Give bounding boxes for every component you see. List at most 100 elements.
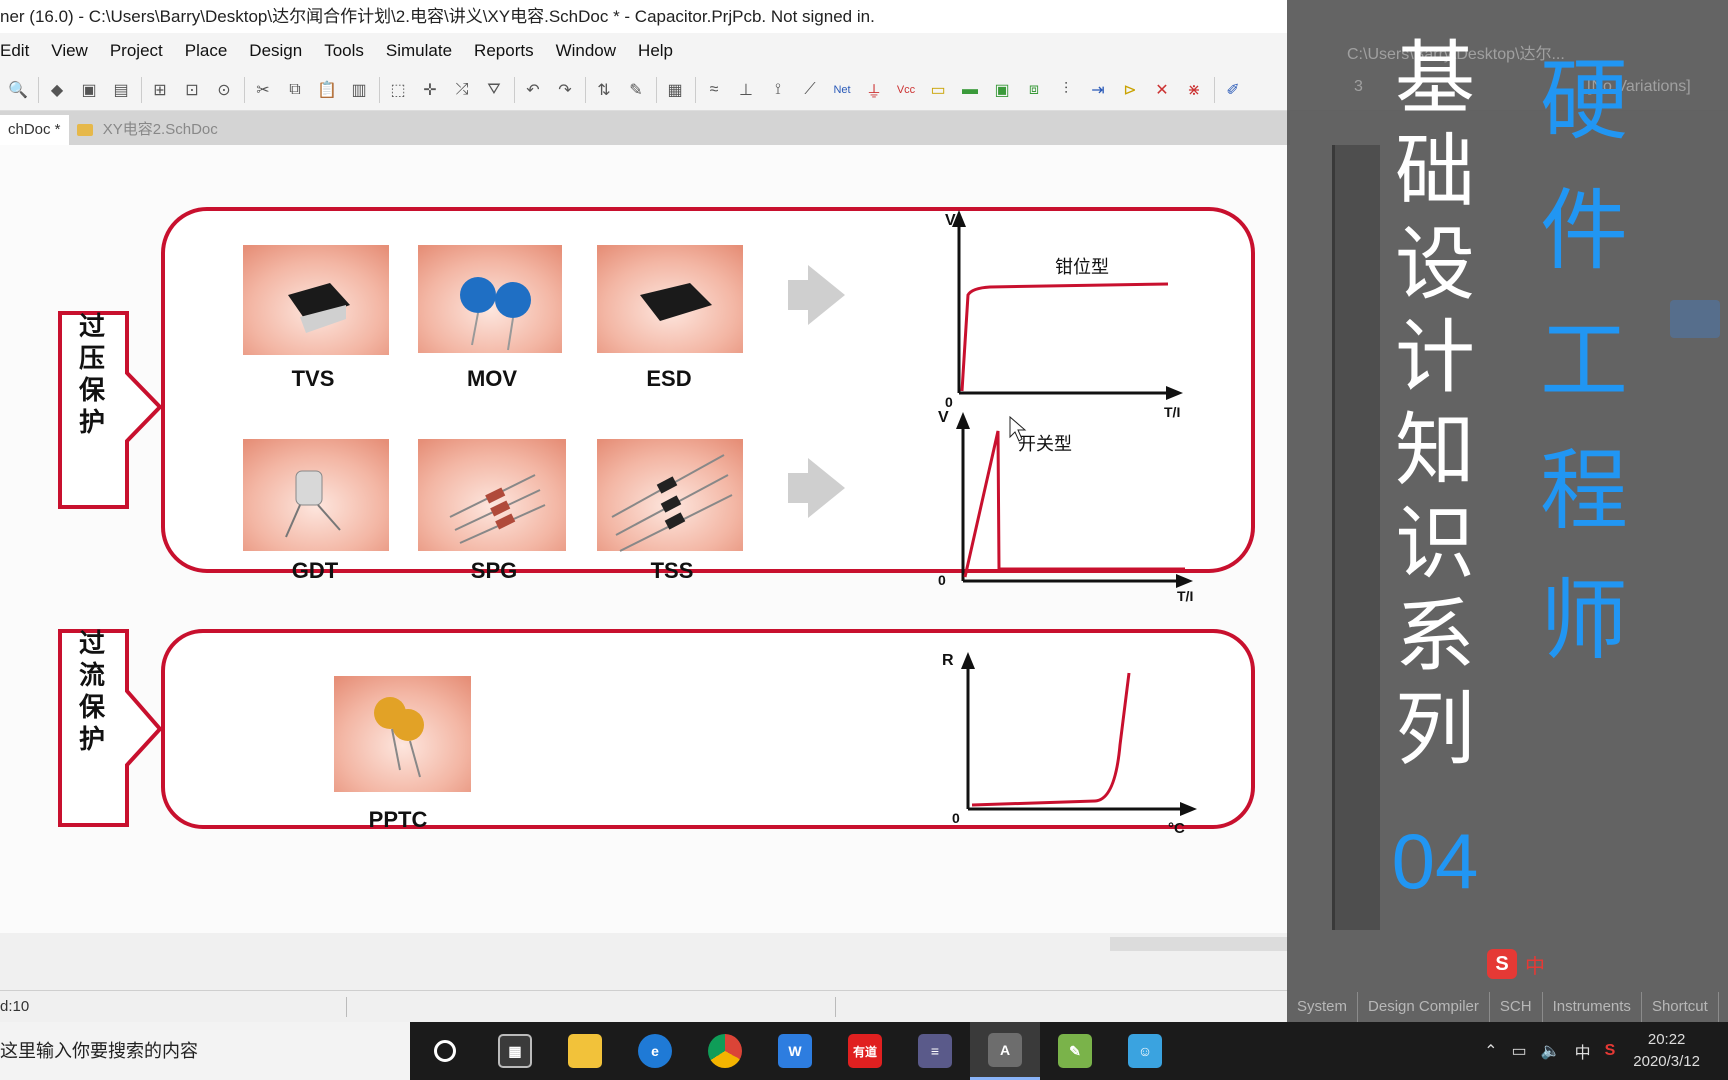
toolbar-separator: [244, 76, 245, 103]
volume-icon[interactable]: 🔈: [1541, 1041, 1561, 1061]
menu-view[interactable]: View: [51, 41, 88, 61]
taskbar-search-input[interactable]: 这里输入你要搜索的内容: [0, 1022, 410, 1080]
task-view-icon[interactable]: [410, 1022, 480, 1080]
panel-tab-sch[interactable]: SCH: [1490, 992, 1543, 1022]
open-project-icon[interactable]: ▣: [77, 78, 101, 102]
clear-filter-icon[interactable]: ⛛: [482, 78, 506, 102]
ime-language[interactable]: 中: [1525, 950, 1545, 979]
graph-x-label: T/I: [1164, 404, 1180, 420]
tab-xy-capacitor-2[interactable]: XY电容2.SchDoc: [69, 115, 226, 145]
menu-project[interactable]: Project: [110, 41, 163, 61]
notepad-icon[interactable]: ✎: [1040, 1022, 1110, 1080]
undo-icon[interactable]: ↶: [521, 78, 545, 102]
cross-probe-icon[interactable]: ✎: [624, 78, 648, 102]
paste-icon[interactable]: 📋: [315, 78, 339, 102]
print-preview-icon[interactable]: 🔍: [6, 78, 30, 102]
tab-xy-capacitor[interactable]: chDoc *: [0, 115, 69, 145]
graph-y-label: V: [938, 409, 949, 426]
paint-app-icon[interactable]: ☺: [1110, 1022, 1180, 1080]
copy-icon[interactable]: ⧉: [283, 78, 307, 102]
title-char: 设: [1395, 218, 1475, 311]
tab-label: XY电容2.SchDoc: [102, 121, 218, 138]
redo-icon[interactable]: ↷: [553, 78, 577, 102]
menu-simulate[interactable]: Simulate: [386, 41, 452, 61]
folder-icon[interactable]: ▤: [109, 78, 133, 102]
library-icon[interactable]: ▦: [663, 78, 687, 102]
taskbar-clock[interactable]: 20:22 2020/3/12: [1633, 1029, 1700, 1073]
menu-design[interactable]: Design: [249, 41, 302, 61]
rubber-stamp-icon[interactable]: ▥: [347, 78, 371, 102]
cloud-icon[interactable]: [1670, 300, 1720, 338]
place-harness-entry-icon[interactable]: ⇥: [1086, 78, 1110, 102]
compile-mask-icon[interactable]: ⋇: [1182, 78, 1206, 102]
panel-tab-system[interactable]: System: [1287, 992, 1359, 1022]
menu-help[interactable]: Help: [638, 41, 673, 61]
overcurrent-char-2: 流: [79, 661, 105, 691]
select-cross-icon[interactable]: ⤮: [450, 78, 474, 102]
no-erc-icon[interactable]: ✕: [1150, 78, 1174, 102]
menu-edit[interactable]: Edit: [0, 41, 29, 61]
wps-icon[interactable]: W: [760, 1022, 830, 1080]
hierarchy-icon[interactable]: ⇅: [592, 78, 616, 102]
panel-tab-instruments[interactable]: Instruments: [1543, 992, 1642, 1022]
sogou-ime-icon[interactable]: S: [1487, 949, 1517, 979]
place-net-label-icon[interactable]: Net: [830, 78, 854, 102]
mov-disc-2: [495, 282, 531, 318]
place-harness-connector-icon[interactable]: ⫶: [1054, 78, 1078, 102]
cut-icon[interactable]: ✂: [251, 78, 275, 102]
clock-date: 2020/3/12: [1633, 1053, 1700, 1070]
horizontal-scrollbar[interactable]: [0, 933, 1290, 955]
gnd-power-port-icon[interactable]: ⏚: [862, 78, 886, 102]
menu-reports[interactable]: Reports: [474, 41, 534, 61]
place-wire-icon[interactable]: ≈: [702, 78, 726, 102]
menu-window[interactable]: Window: [556, 41, 616, 61]
ime-toolbar[interactable]: S 中: [1487, 944, 1728, 984]
place-sheet-symbol-icon[interactable]: ▬: [958, 78, 982, 102]
overcurrent-char-1: 过: [79, 629, 105, 659]
input-language[interactable]: 中: [1575, 1039, 1591, 1063]
overvoltage-char-2: 压: [79, 344, 105, 374]
file-explorer-icon[interactable]: [550, 1022, 620, 1080]
place-part-icon[interactable]: ▭: [926, 78, 950, 102]
title-char: 知: [1395, 404, 1475, 497]
drawing-tools-icon[interactable]: ✐: [1221, 78, 1245, 102]
layers-icon[interactable]: ◆: [45, 78, 69, 102]
tab-label: chDoc *: [8, 121, 61, 138]
place-signal-harness-icon[interactable]: ⟟: [766, 78, 790, 102]
toolbar-separator: [141, 76, 142, 103]
vcc-power-port-icon[interactable]: Vcc: [894, 78, 918, 102]
edge-browser-icon[interactable]: e: [620, 1022, 690, 1080]
overvoltage-label-box: [58, 311, 163, 509]
panel-tab-design-compiler[interactable]: Design Compiler: [1358, 992, 1490, 1022]
remote-app-icon[interactable]: ≡: [900, 1022, 970, 1080]
move-icon[interactable]: ✛: [418, 78, 442, 102]
graph-y-label: V: [945, 212, 956, 229]
place-bus-icon[interactable]: ⊥: [734, 78, 758, 102]
calculator-icon[interactable]: ▦: [480, 1022, 550, 1080]
mov-label: MOV: [467, 366, 517, 391]
chevron-up-icon[interactable]: ⌃: [1484, 1041, 1497, 1061]
place-device-sheet-icon[interactable]: ⧈: [1022, 78, 1046, 102]
place-port-icon[interactable]: ⊳: [1118, 78, 1142, 102]
zoom-fit-icon[interactable]: ⊞: [148, 78, 172, 102]
menu-place[interactable]: Place: [185, 41, 228, 61]
zoom-selected-icon[interactable]: ⊙: [212, 78, 236, 102]
place-bus-entry-icon[interactable]: ⟋: [798, 78, 822, 102]
panel-tab-shortcut[interactable]: Shortcut: [1642, 992, 1719, 1022]
menu-tools[interactable]: Tools: [324, 41, 364, 61]
tvs-label: TVS: [292, 366, 335, 391]
select-area-icon[interactable]: ⬚: [386, 78, 410, 102]
schematic-canvas[interactable]: 过 压 保 护 TVS MOV ESD GDT SPG TSS V 0 T/I …: [0, 145, 1290, 935]
scrollbar-thumb[interactable]: [1110, 937, 1290, 951]
network-icon[interactable]: ▭: [1512, 1041, 1527, 1061]
sogou-tray-icon[interactable]: S: [1605, 1042, 1616, 1060]
title-char: 硬: [1539, 49, 1628, 152]
altium-designer-icon[interactable]: A: [970, 1022, 1040, 1080]
place-sheet-entry-icon[interactable]: ▣: [990, 78, 1014, 102]
youdao-icon[interactable]: 有道: [830, 1022, 900, 1080]
window-title: ner (16.0) - C:\Users\Barry\Desktop\达尔闻合…: [0, 7, 875, 26]
screen: ner (16.0) - C:\Users\Barry\Desktop\达尔闻合…: [0, 0, 1728, 1080]
chrome-icon[interactable]: [690, 1022, 760, 1080]
zoom-area-icon[interactable]: ⊡: [180, 78, 204, 102]
toolbar-separator: [514, 76, 515, 103]
